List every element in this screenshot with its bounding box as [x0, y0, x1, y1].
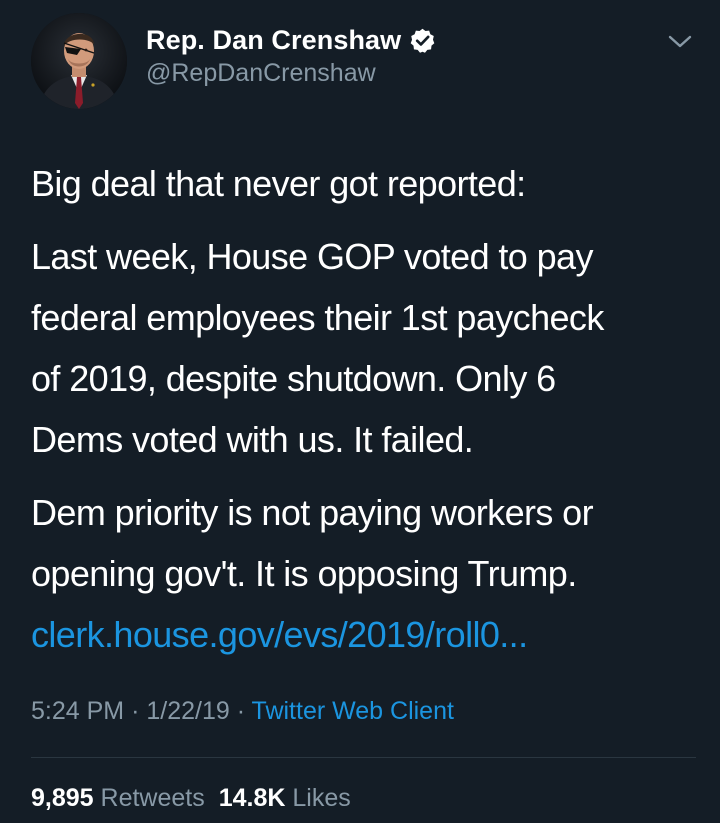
likes-label: Likes — [292, 784, 351, 812]
tweet-line: federal employees their 1st paycheck — [31, 297, 604, 338]
retweets-stat[interactable]: 9,895 Retweets — [31, 784, 205, 812]
tweet-line: Dem priority is not paying workers or — [31, 492, 594, 533]
tweet-line: Big deal that never got reported: — [31, 163, 526, 204]
divider — [31, 757, 696, 758]
tweet-card: Rep. Dan Crenshaw @RepDanCrenshaw Big de… — [0, 0, 720, 823]
retweets-label: Retweets — [100, 784, 205, 812]
profile-photo-icon — [31, 13, 127, 109]
author-name-row: Rep. Dan Crenshaw — [146, 24, 436, 56]
tweet-link[interactable]: clerk.house.gov/evs/2019/roll0... — [31, 604, 701, 665]
likes-count: 14.8K — [218, 784, 286, 812]
author-avatar[interactable] — [31, 13, 127, 109]
tweet-line: opening gov't. It is opposing Trump. — [31, 553, 577, 594]
tweet-time[interactable]: 5:24 PM — [31, 697, 124, 725]
tweet-line: Dems voted with us. It failed. — [31, 419, 474, 460]
author-display-name[interactable]: Rep. Dan Crenshaw — [146, 25, 401, 56]
retweets-count: 9,895 — [31, 784, 94, 812]
verified-badge-icon — [410, 28, 435, 53]
author-handle[interactable]: @RepDanCrenshaw — [146, 59, 436, 88]
author-info: Rep. Dan Crenshaw @RepDanCrenshaw — [146, 24, 436, 88]
tweet-paragraph-1: Big deal that never got reported: — [31, 153, 701, 214]
tweet-paragraph-2: Last week, House GOP voted to pay federa… — [31, 226, 701, 470]
tweet-meta: 5:24 PM · 1/22/19 · Twitter Web Client — [31, 697, 454, 726]
tweet-source[interactable]: Twitter Web Client — [252, 697, 454, 725]
likes-stat[interactable]: 14.8K Likes — [219, 784, 351, 812]
tweet-line: Last week, House GOP voted to pay — [31, 236, 593, 277]
chevron-down-icon[interactable] — [664, 30, 696, 54]
tweet-paragraph-3: Dem priority is not paying workers or op… — [31, 482, 701, 665]
tweet-line: of 2019, despite shutdown. Only 6 — [31, 358, 556, 399]
meta-separator: · — [131, 697, 140, 725]
tweet-text: Big deal that never got reported: Last w… — [31, 153, 701, 665]
meta-separator: · — [236, 697, 246, 725]
tweet-stats: 9,895 Retweets 14.8K Likes — [31, 784, 351, 813]
tweet-date[interactable]: 1/22/19 — [146, 697, 229, 725]
